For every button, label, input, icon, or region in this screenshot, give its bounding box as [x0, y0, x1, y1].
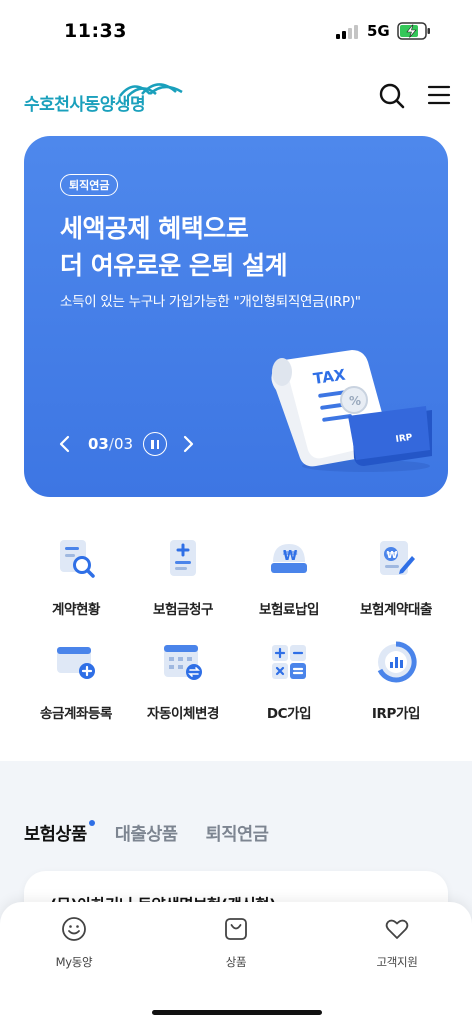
svg-text:₩: ₩ — [283, 549, 298, 564]
account-add-icon — [57, 647, 95, 679]
quick-menu-label: IRP가입 — [371, 706, 421, 722]
nav-my-dongyang[interactable]: My동양 — [24, 916, 124, 970]
quick-menu-label: 계약현황 — [51, 602, 101, 618]
calculator-icon — [272, 645, 306, 679]
quick-menu-label: 자동이체변경 — [146, 706, 220, 722]
cellular-signal-icon — [336, 25, 360, 39]
premium-payment-icon: ₩ — [271, 544, 307, 573]
tab-insurance-products[interactable]: 보험상품 — [24, 820, 95, 846]
banner-page-count: 03/03 — [88, 435, 133, 453]
active-tab-dot — [88, 820, 95, 826]
hamburger-menu-icon[interactable] — [427, 84, 451, 106]
tax-document-illustration: TAX % IRP — [271, 350, 432, 472]
quick-menu-claim[interactable]: 보험금청구 — [124, 536, 242, 618]
product-tabs: 보험상품 대출상품 퇴직연금 — [24, 820, 296, 846]
banner-badge: 퇴직연금 — [60, 174, 119, 196]
quick-menu-label: 송금계좌등록 — [39, 706, 113, 722]
banner-page-separator: / — [108, 435, 114, 453]
heart-icon — [385, 919, 409, 939]
banner-current-page: 03 — [88, 435, 109, 453]
banner-total-pages: 03 — [113, 435, 134, 453]
loan-document-icon: ₩ — [380, 541, 415, 575]
status-bar: 11:33 5G — [0, 0, 472, 62]
status-time: 11:33 — [64, 20, 127, 42]
banner-pager: 03/03 — [58, 432, 195, 456]
quick-menu-dc-join[interactable]: DC가입 — [230, 640, 348, 722]
quick-menu-irp-join[interactable]: IRP가입 — [337, 640, 455, 722]
auto-transfer-icon — [164, 645, 202, 680]
battery-charging-icon — [397, 22, 430, 40]
quick-menu-label: 보험금청구 — [152, 602, 214, 618]
promo-banner[interactable]: 퇴직연금 세액공제 혜택으로 더 여유로운 은퇴 설계 소득이 있는 누구나 가… — [24, 136, 448, 497]
quick-menu-loan[interactable]: ₩ 보험계약대출 — [337, 536, 455, 618]
home-indicator — [152, 1010, 322, 1015]
quick-menu-account-register[interactable]: 송금계좌등록 — [17, 640, 135, 722]
claim-document-icon — [170, 540, 196, 576]
svg-text:%: % — [349, 394, 361, 408]
logo-wave-icon — [119, 83, 183, 97]
smile-face-icon — [62, 917, 86, 941]
banner-subtitle: 소득이 있는 누구나 가입가능한 "개인형퇴직연금(IRP)" — [60, 294, 361, 310]
banner-title-line2: 더 여유로운 은퇴 설계 — [60, 251, 288, 280]
tab-retirement-pension[interactable]: 퇴직연금 — [206, 821, 269, 846]
nav-customer-support[interactable]: 고객지원 — [347, 916, 447, 970]
chevron-left-icon[interactable] — [58, 434, 72, 454]
quick-menu-label: DC가입 — [266, 706, 312, 722]
quick-menu-premium-payment[interactable]: ₩ 보험료납입 — [230, 536, 348, 618]
quick-menu-contract-status[interactable]: 계약현황 — [17, 536, 135, 618]
nav-products[interactable]: 상품 — [186, 916, 286, 970]
tab-label: 보험상품 — [24, 825, 87, 845]
quick-menu-auto-transfer[interactable]: 자동이체변경 — [124, 640, 242, 722]
banner-title-line1: 세액공제 혜택으로 — [60, 214, 249, 243]
nav-label: 고객지원 — [376, 955, 418, 969]
nav-label: My동양 — [55, 955, 93, 969]
quick-menu-label: 보험계약대출 — [359, 602, 433, 618]
tab-loan-products[interactable]: 대출상품 — [115, 821, 178, 846]
quick-menu-label: 보험료납입 — [258, 602, 320, 618]
chart-gauge-icon — [377, 641, 417, 683]
shopping-bag-icon — [225, 918, 247, 940]
nav-label: 상품 — [225, 955, 247, 969]
svg-text:₩: ₩ — [387, 550, 398, 561]
banner-title: 세액공제 혜택으로 더 여유로운 은퇴 설계 — [60, 210, 288, 284]
pause-button[interactable] — [143, 432, 168, 456]
search-icon[interactable] — [378, 82, 406, 110]
chevron-right-icon[interactable] — [181, 434, 195, 454]
bottom-navigation: My동양 상품 고객지원 — [0, 902, 472, 1024]
contract-search-icon — [60, 540, 95, 578]
network-type: 5G — [367, 22, 390, 40]
